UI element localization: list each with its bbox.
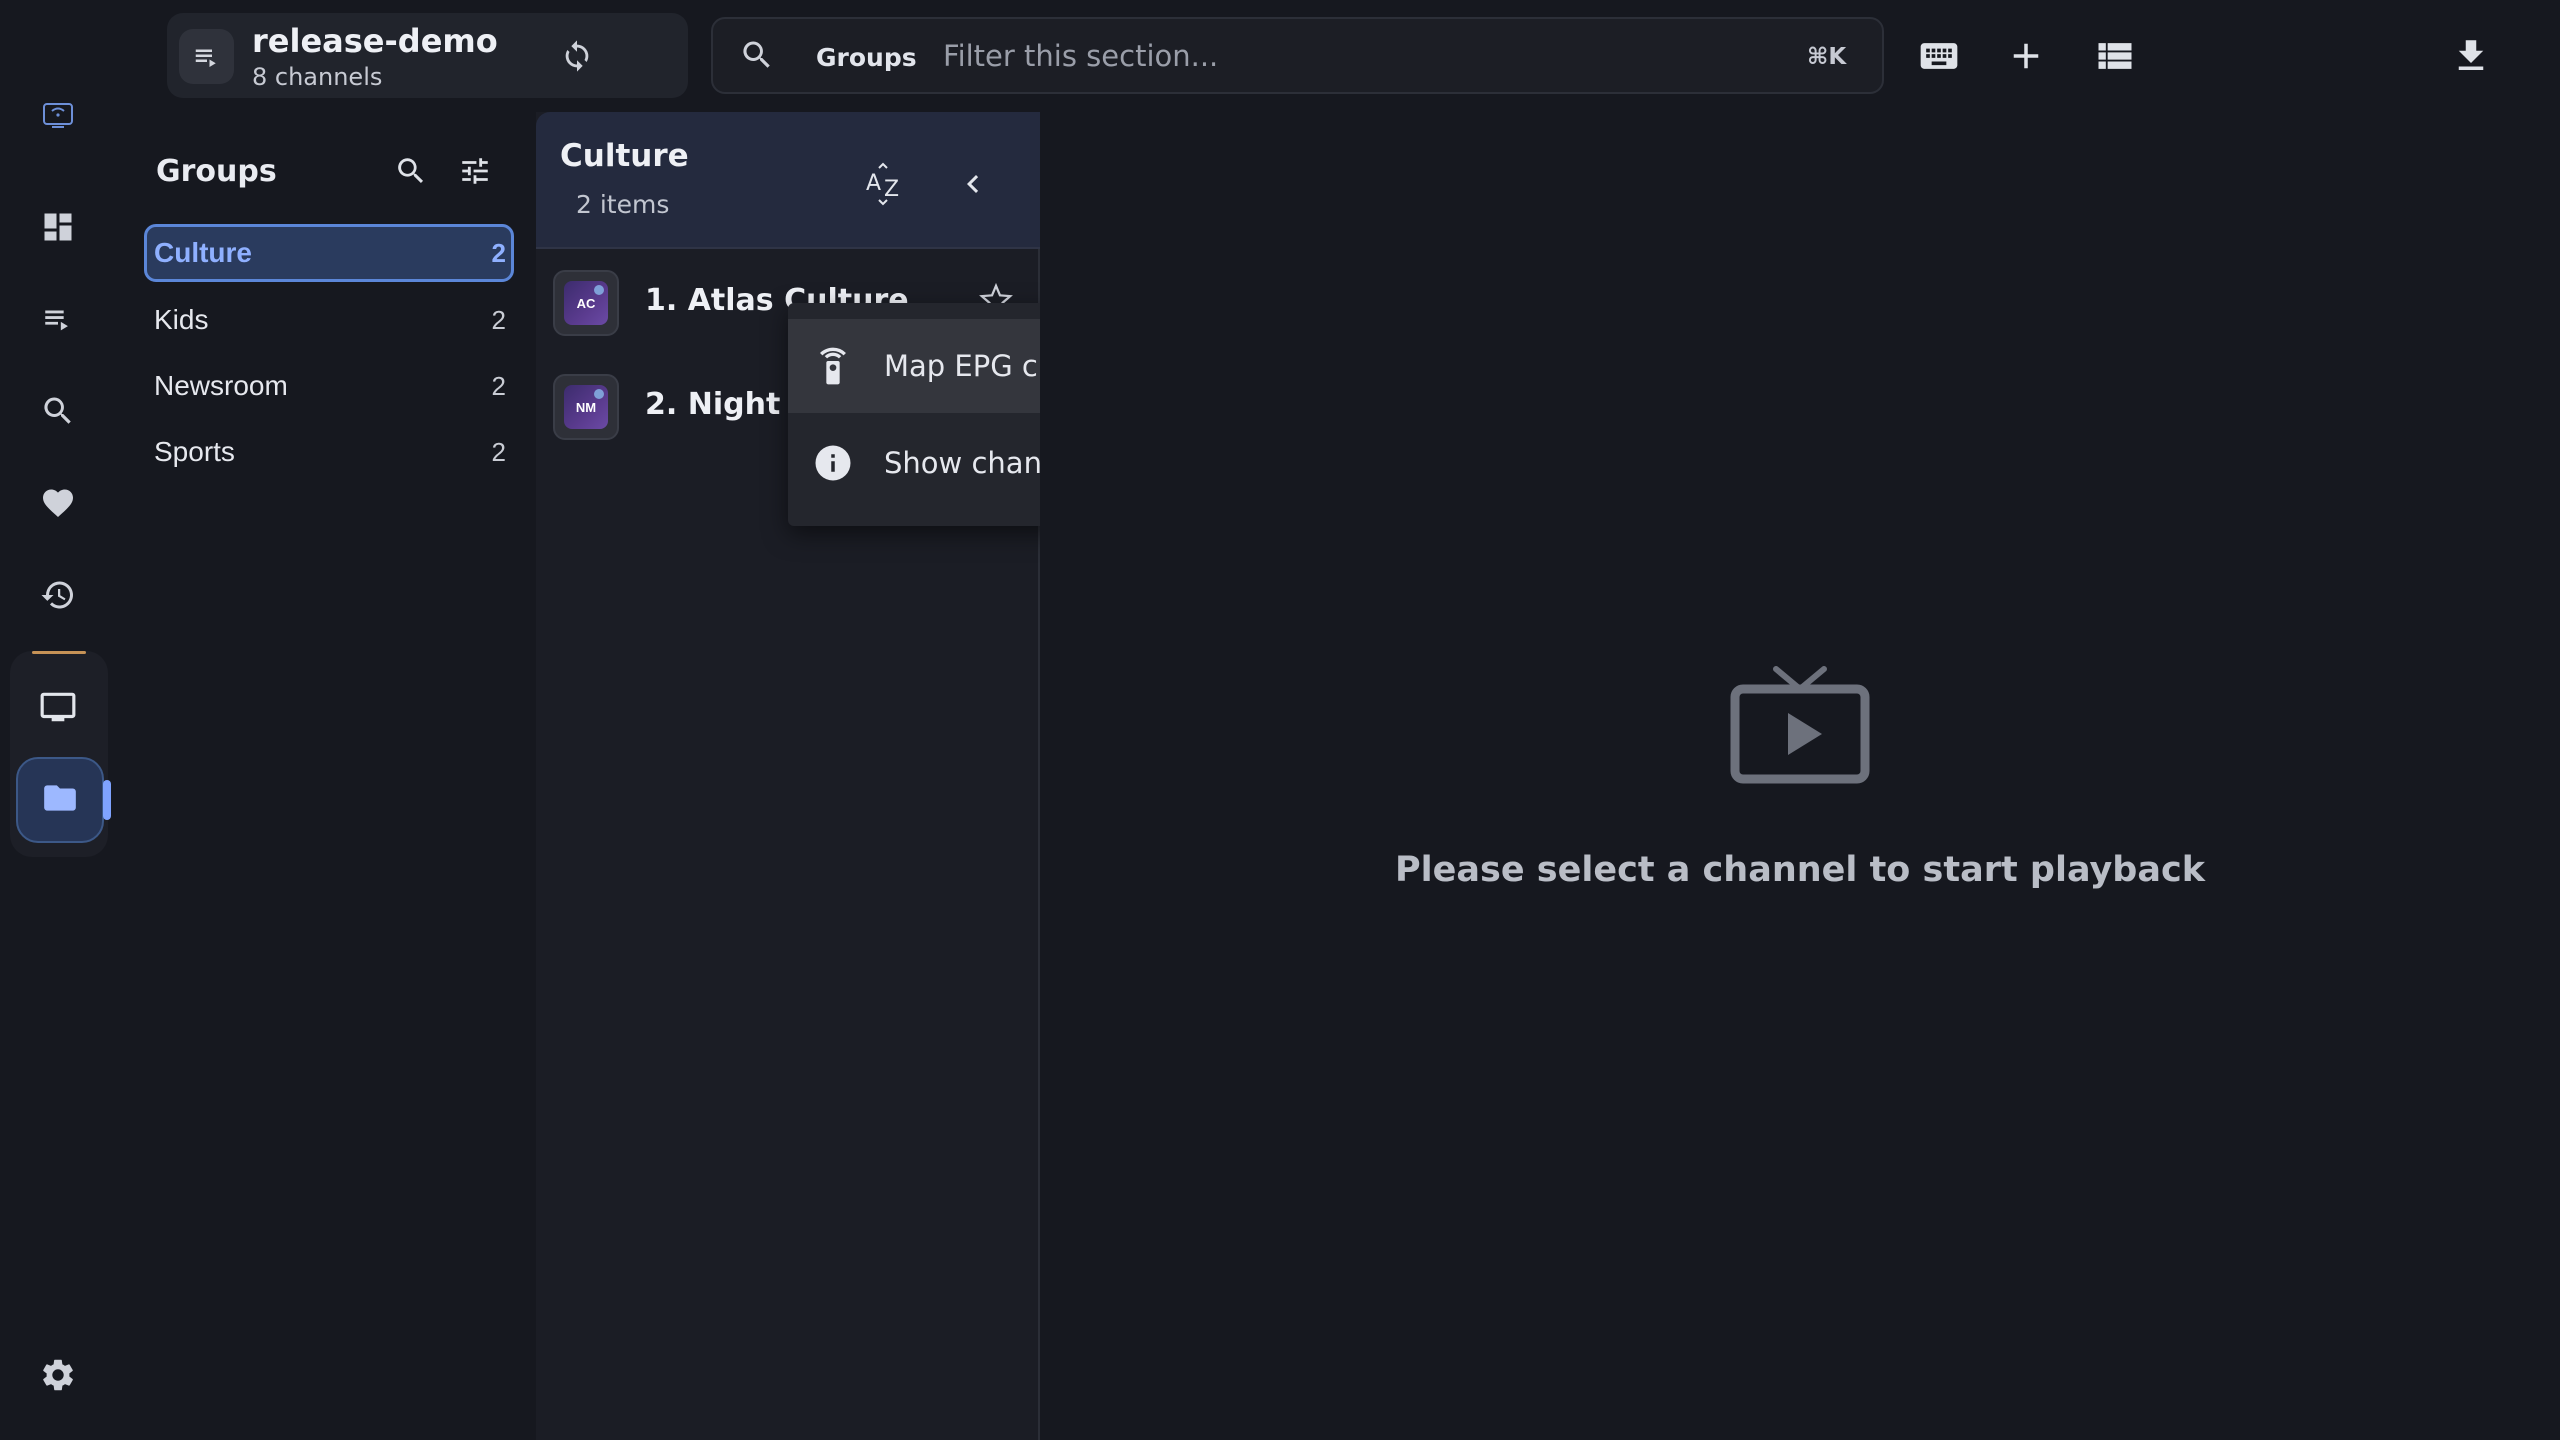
search-bar[interactable]: Groups ⌘K — [711, 17, 1884, 94]
info-icon — [812, 442, 854, 484]
group-item-count: 2 — [491, 437, 506, 467]
playlist-channel-count: 8 channels — [252, 63, 383, 91]
group-item-label: Newsroom — [154, 370, 288, 401]
channel-list-header: Culture 2 items A Z — [536, 112, 1040, 249]
list-view-icon[interactable] — [2087, 28, 2143, 84]
keyboard-icon[interactable] — [1911, 28, 1967, 84]
group-item-label: Kids — [154, 304, 209, 335]
group-item-count: 2 — [491, 371, 506, 401]
navigation-rail — [0, 0, 118, 1440]
app-window: release-demo 8 channels Groups ⌘K — [0, 0, 2560, 1440]
group-item-newsroom[interactable]: Newsroom 2 — [144, 357, 514, 415]
folder-icon — [41, 779, 79, 821]
search-scope-label[interactable]: Groups — [816, 43, 917, 72]
group-item-kids[interactable]: Kids 2 — [144, 291, 514, 349]
groups-title: Groups — [156, 154, 277, 189]
remote-icon — [812, 345, 854, 387]
search-shortcut-hint: ⌘K — [1807, 44, 1847, 70]
active-nav-indicator — [103, 780, 111, 820]
refresh-icon[interactable] — [552, 31, 602, 81]
group-item-label: Sports — [154, 436, 235, 467]
groups-panel: Groups Culture 2 Kids 2 Newsroom 2 Sport… — [118, 112, 536, 1440]
channel-logo: NM — [553, 374, 619, 440]
tune-filter-icon[interactable] — [452, 148, 498, 194]
channel-list-count: 2 items — [576, 190, 670, 219]
search-input[interactable] — [943, 33, 1703, 79]
group-item-count: 2 — [491, 238, 506, 268]
svg-text:A: A — [866, 171, 881, 196]
live-tv-play-icon — [1730, 657, 1870, 787]
group-item-count: 2 — [491, 305, 506, 335]
channel-logo: AC — [553, 270, 619, 336]
top-bar: release-demo 8 channels Groups ⌘K — [0, 0, 2560, 112]
sort-az-icon[interactable]: A Z — [856, 156, 916, 212]
history-icon[interactable] — [30, 567, 86, 623]
playlist-name: release-demo — [252, 22, 498, 60]
playlists-icon[interactable] — [30, 291, 86, 347]
search-icon — [739, 37, 779, 77]
download-icon[interactable] — [2443, 28, 2499, 84]
group-accent-line — [32, 651, 86, 654]
svg-text:Z: Z — [884, 177, 899, 202]
empty-player-message: Please select a channel to start playbac… — [1395, 850, 2205, 890]
search-nav-icon[interactable] — [30, 383, 86, 439]
playlist-switcher[interactable]: release-demo 8 channels — [167, 13, 827, 98]
group-item-sports[interactable]: Sports 2 — [144, 423, 514, 481]
group-item-culture[interactable]: Culture 2 — [144, 224, 514, 282]
favorites-icon[interactable] — [30, 475, 86, 531]
channel-list-title: Culture — [560, 138, 689, 174]
chevron-left-icon[interactable] — [948, 156, 998, 212]
groups-nav-button[interactable] — [16, 757, 104, 843]
playlist-icon — [179, 29, 234, 84]
group-item-label: Culture — [154, 237, 252, 268]
settings-gear-icon[interactable] — [30, 1347, 86, 1403]
live-tv-icon[interactable] — [30, 679, 86, 735]
add-icon[interactable] — [1998, 28, 2054, 84]
groups-search-icon[interactable] — [388, 148, 434, 194]
player-area: Please select a channel to start playbac… — [1040, 112, 2560, 1440]
dashboard-icon[interactable] — [30, 199, 86, 255]
